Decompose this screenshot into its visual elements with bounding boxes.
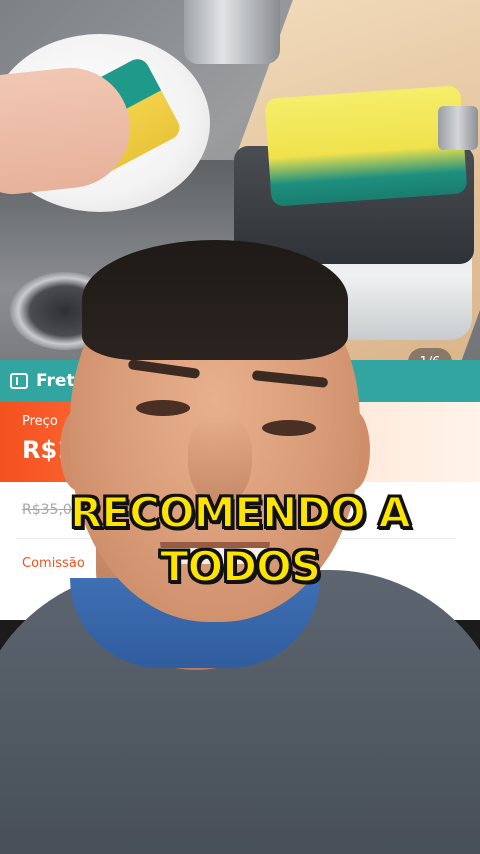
hair [82,240,348,360]
video-frame: 1/6 Frete Preço R$1 R$35,0 Comissão RECO… [0,0,480,854]
dispenser-pump [438,106,478,150]
caption-line-2: TODOS [159,541,322,592]
left-eye [136,400,190,416]
caption-line-1: RECOMENDO A [69,487,412,538]
right-eye [262,420,316,436]
faucet [184,0,280,64]
large-sponge [264,85,468,207]
caption: RECOMENDO A TODOS [0,486,480,594]
